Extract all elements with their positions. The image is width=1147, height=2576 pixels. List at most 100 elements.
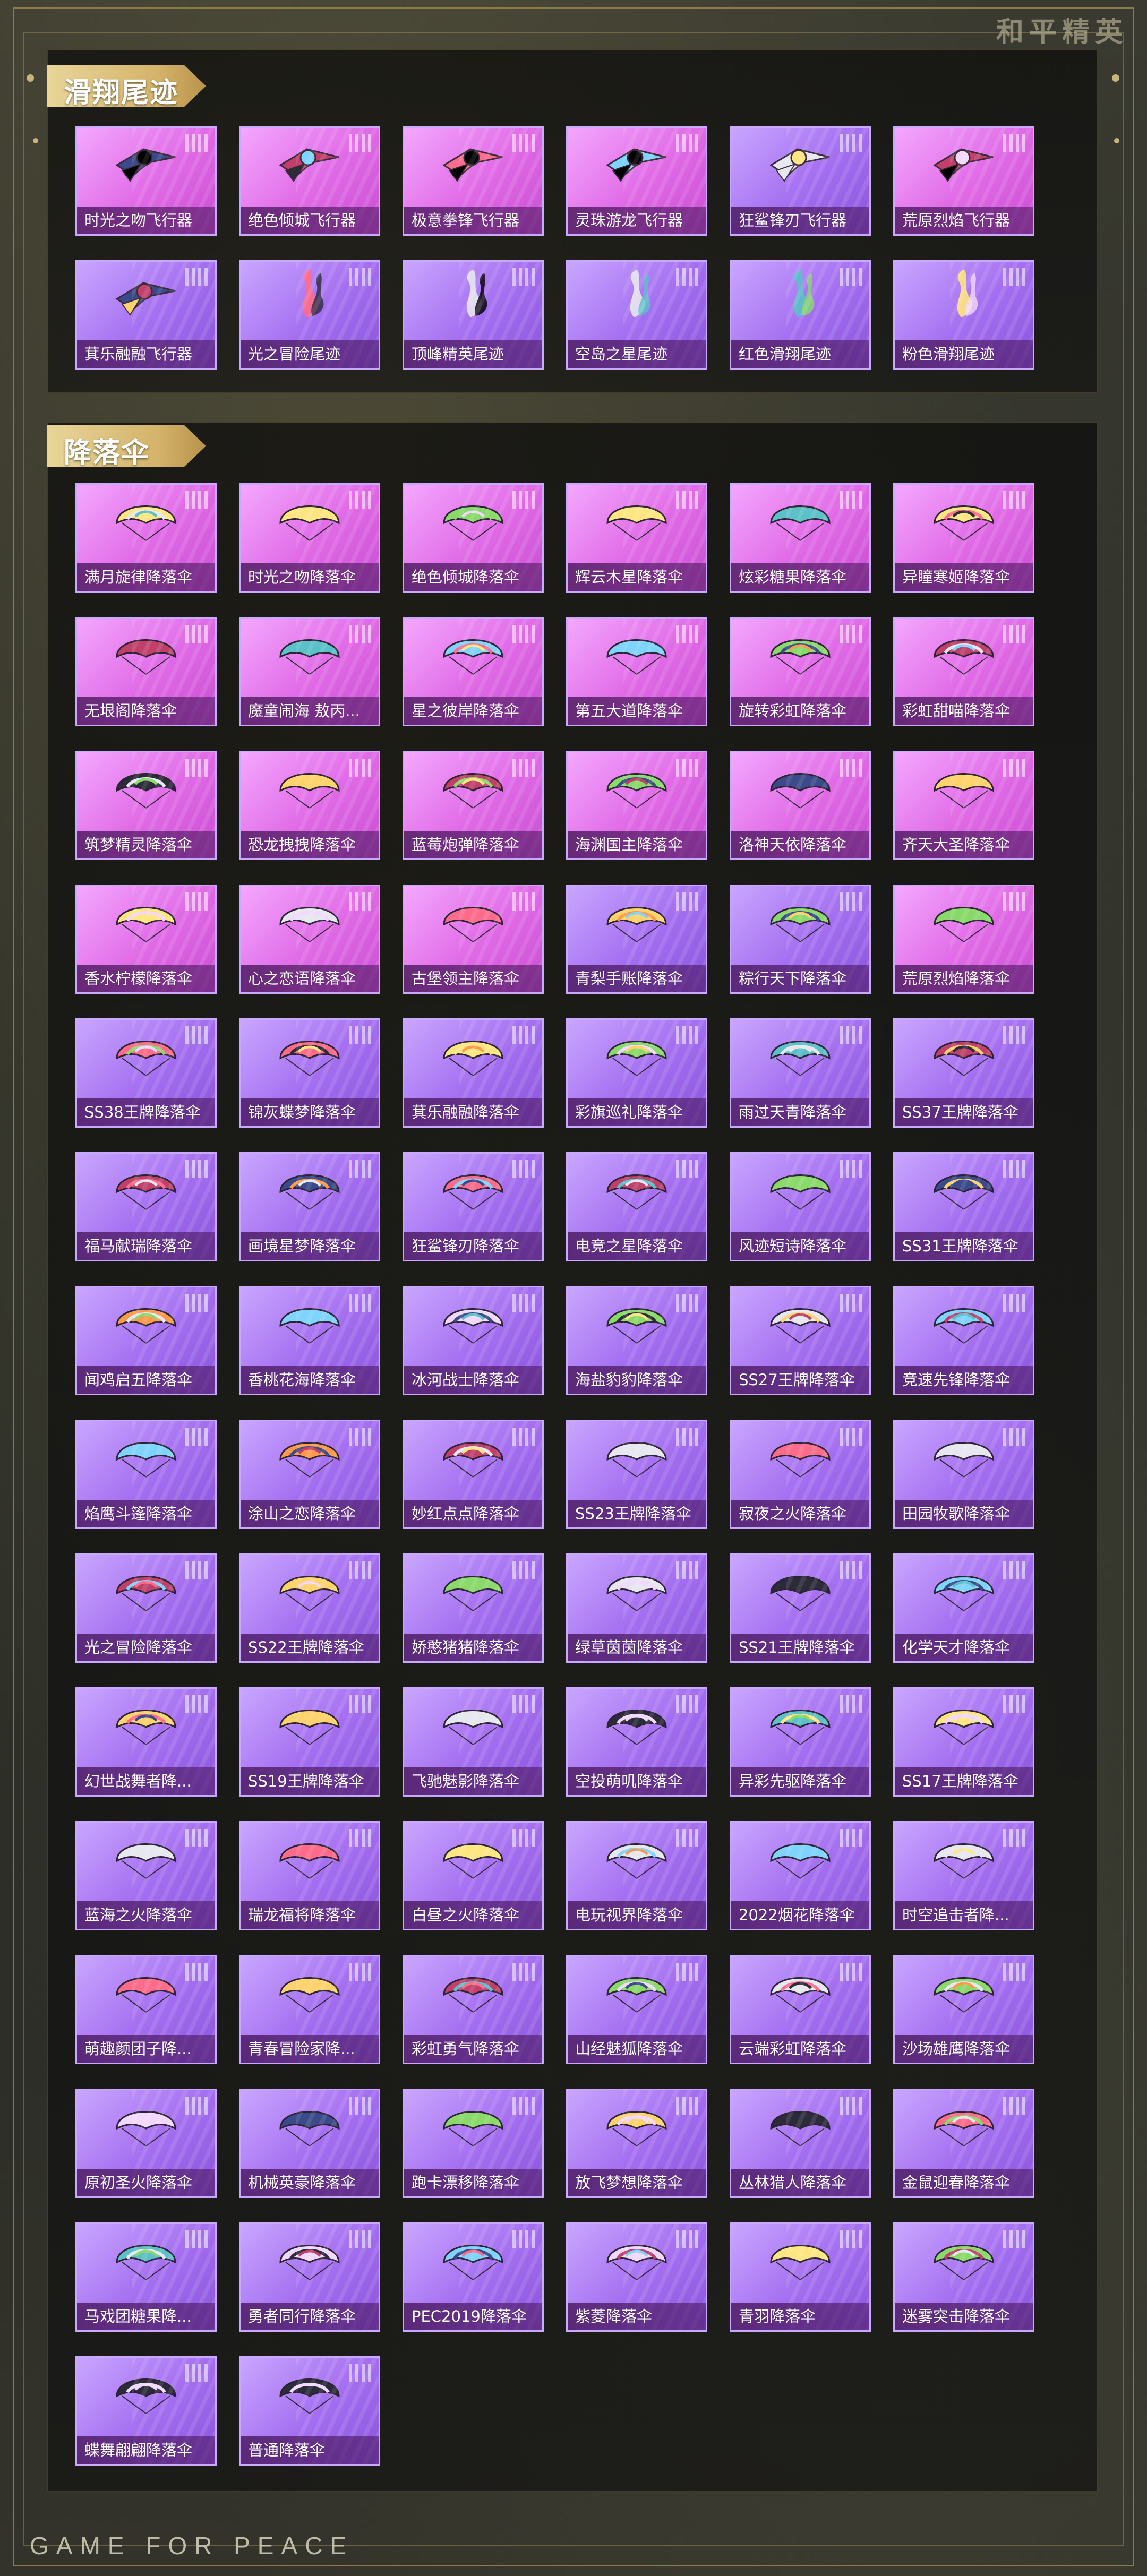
item-card[interactable]: 时光之吻飞行器 — [75, 126, 217, 236]
item-card[interactable]: SS37王牌降落伞 — [893, 1018, 1034, 1128]
item-card[interactable]: 海盐豹豹降落伞 — [566, 1286, 707, 1395]
item-card[interactable]: 第五大道降落伞 — [566, 617, 707, 726]
item-card[interactable]: SS38王牌降落伞 — [75, 1018, 217, 1128]
item-name: 云端彩虹降落伞 — [731, 2035, 869, 2063]
item-card[interactable]: SS19王牌降落伞 — [239, 1687, 380, 1797]
item-card[interactable]: 魔童闹海 敖丙... — [239, 617, 380, 726]
item-card[interactable]: 飞驰魅影降落伞 — [403, 1687, 544, 1797]
item-card[interactable]: 狂鲨锋刃降落伞 — [403, 1152, 544, 1261]
item-card[interactable]: 辉云木星降落伞 — [566, 483, 707, 593]
item-card[interactable]: 粽行天下降落伞 — [730, 885, 871, 994]
item-card[interactable]: 涂山之恋降落伞 — [239, 1420, 380, 1529]
item-card[interactable]: 山经魅狐降落伞 — [566, 1955, 707, 2064]
item-card[interactable]: 绿草茵茵降落伞 — [566, 1553, 707, 1663]
item-card[interactable]: 炫彩糖果降落伞 — [730, 483, 871, 593]
item-card[interactable]: 锦灰蝶梦降落伞 — [239, 1018, 380, 1128]
item-card[interactable]: 洛神天依降落伞 — [730, 751, 871, 860]
item-card[interactable]: 放飞梦想降落伞 — [566, 2089, 707, 2198]
item-card[interactable]: 福马献瑞降落伞 — [75, 1152, 217, 1261]
item-card[interactable]: 田园牧歌降落伞 — [893, 1420, 1034, 1529]
item-card[interactable]: 金鼠迎春降落伞 — [893, 2089, 1034, 2198]
item-card[interactable]: 沙场雄鹰降落伞 — [893, 1955, 1034, 2064]
item-card[interactable]: 荒原烈焰飞行器 — [893, 126, 1034, 236]
item-card[interactable]: 电竞之星降落伞 — [566, 1152, 707, 1261]
item-card[interactable]: 狂鲨锋刃飞行器 — [730, 126, 871, 236]
item-card[interactable]: 瑞龙福将降落伞 — [239, 1821, 380, 1930]
item-card[interactable]: 白昼之火降落伞 — [403, 1821, 544, 1930]
item-card[interactable]: 蝶舞翩翩降落伞 — [75, 2356, 217, 2466]
item-card[interactable]: 妙红点点降落伞 — [403, 1420, 544, 1529]
item-card[interactable]: 机械英豪降落伞 — [239, 2089, 380, 2198]
item-card[interactable]: 筑梦精灵降落伞 — [75, 751, 217, 860]
parachute-icon — [602, 1560, 671, 1613]
item-card[interactable]: 恐龙拽拽降落伞 — [239, 751, 380, 860]
item-card[interactable]: 青春冒险家降... — [239, 1955, 380, 2064]
item-card[interactable]: 青羽降落伞 — [730, 2222, 871, 2332]
item-card[interactable]: PEC2019降落伞 — [403, 2222, 544, 2332]
item-card[interactable]: 古堡领主降落伞 — [403, 885, 544, 994]
item-card[interactable]: 丛林猎人降落伞 — [730, 2089, 871, 2198]
item-card[interactable]: SS17王牌降落伞 — [893, 1687, 1034, 1797]
item-card[interactable]: 原初圣火降落伞 — [75, 2089, 217, 2198]
item-card[interactable]: 风迹短诗降落伞 — [730, 1152, 871, 1261]
item-card[interactable]: 顶峰精英尾迹 — [403, 260, 544, 370]
item-card[interactable]: 香水柠檬降落伞 — [75, 885, 217, 994]
item-card[interactable]: 彩虹勇气降落伞 — [403, 1955, 544, 2064]
item-card[interactable]: 跑卡漂移降落伞 — [403, 2089, 544, 2198]
item-card[interactable]: 竞速先锋降落伞 — [893, 1286, 1034, 1395]
item-card[interactable]: 闻鸡启五降落伞 — [75, 1286, 217, 1395]
item-card[interactable]: 萁乐融融飞行器 — [75, 260, 217, 370]
item-card[interactable]: 冰河战士降落伞 — [403, 1286, 544, 1395]
item-card[interactable]: 幻世战舞者降... — [75, 1687, 217, 1797]
item-card[interactable]: 旋转彩虹降落伞 — [730, 617, 871, 726]
item-card[interactable]: SS21王牌降落伞 — [730, 1553, 871, 1663]
item-card[interactable]: 绝色倾城飞行器 — [239, 126, 380, 236]
item-card[interactable]: 空投萌叽降落伞 — [566, 1687, 707, 1797]
item-card[interactable]: 雨过天青降落伞 — [730, 1018, 871, 1128]
item-card[interactable]: 娇憨猪猪降落伞 — [403, 1553, 544, 1663]
item-card[interactable]: SS27王牌降落伞 — [730, 1286, 871, 1395]
item-card[interactable]: 青梨手账降落伞 — [566, 885, 707, 994]
item-card[interactable]: 彩虹甜喵降落伞 — [893, 617, 1034, 726]
item-card[interactable]: 云端彩虹降落伞 — [730, 1955, 871, 2064]
item-card[interactable]: 海渊国主降落伞 — [566, 751, 707, 860]
item-card[interactable]: SS22王牌降落伞 — [239, 1553, 380, 1663]
item-card[interactable]: 迷雾突击降落伞 — [893, 2222, 1034, 2332]
item-card[interactable]: 电玩视界降落伞 — [566, 1821, 707, 1930]
item-card[interactable]: 萁乐融融降落伞 — [403, 1018, 544, 1128]
item-card[interactable]: 焰鹰斗篷降落伞 — [75, 1420, 217, 1529]
item-card[interactable]: 紫菱降落伞 — [566, 2222, 707, 2332]
item-card[interactable]: 蓝莓炮弹降落伞 — [403, 751, 544, 860]
item-card[interactable]: 寂夜之火降落伞 — [730, 1420, 871, 1529]
item-card[interactable]: 极意拳锋飞行器 — [403, 126, 544, 236]
item-card[interactable]: 普通降落伞 — [239, 2356, 380, 2466]
item-card[interactable]: 灵珠游龙飞行器 — [566, 126, 707, 236]
item-card[interactable]: 心之恋语降落伞 — [239, 885, 380, 994]
item-card[interactable]: 时光之吻降落伞 — [239, 483, 380, 593]
item-card[interactable]: 星之彼岸降落伞 — [403, 617, 544, 726]
item-card[interactable]: 香桃花海降落伞 — [239, 1286, 380, 1395]
item-card[interactable]: 蓝海之火降落伞 — [75, 1821, 217, 1930]
item-card[interactable]: 萌趣颜团子降... — [75, 1955, 217, 2064]
item-card[interactable]: 荒原烈焰降落伞 — [893, 885, 1034, 994]
item-card[interactable]: SS23王牌降落伞 — [566, 1420, 707, 1529]
item-card[interactable]: 齐天大圣降落伞 — [893, 751, 1034, 860]
item-card[interactable]: 异彩先驱降落伞 — [730, 1687, 871, 1797]
item-card[interactable]: 红色滑翔尾迹 — [730, 260, 871, 370]
item-card[interactable]: 绝色倾城降落伞 — [403, 483, 544, 593]
item-card[interactable]: 彩旗巡礼降落伞 — [566, 1018, 707, 1128]
item-card[interactable]: 画境星梦降落伞 — [239, 1152, 380, 1261]
item-card[interactable]: 2022烟花降落伞 — [730, 1821, 871, 1930]
item-card[interactable]: 马戏团糖果降... — [75, 2222, 217, 2332]
item-card[interactable]: 化学天才降落伞 — [893, 1553, 1034, 1663]
item-card[interactable]: 满月旋律降落伞 — [75, 483, 217, 593]
item-card[interactable]: 无垠阁降落伞 — [75, 617, 217, 726]
item-card[interactable]: 空岛之星尾迹 — [566, 260, 707, 370]
item-card[interactable]: 勇者同行降落伞 — [239, 2222, 380, 2332]
item-card[interactable]: 光之冒险尾迹 — [239, 260, 380, 370]
item-card[interactable]: SS31王牌降落伞 — [893, 1152, 1034, 1261]
item-card[interactable]: 时空追击者降... — [893, 1821, 1034, 1930]
item-card[interactable]: 光之冒险降落伞 — [75, 1553, 217, 1663]
item-card[interactable]: 异瞳寒姬降落伞 — [893, 483, 1034, 593]
item-card[interactable]: 粉色滑翔尾迹 — [893, 260, 1034, 370]
